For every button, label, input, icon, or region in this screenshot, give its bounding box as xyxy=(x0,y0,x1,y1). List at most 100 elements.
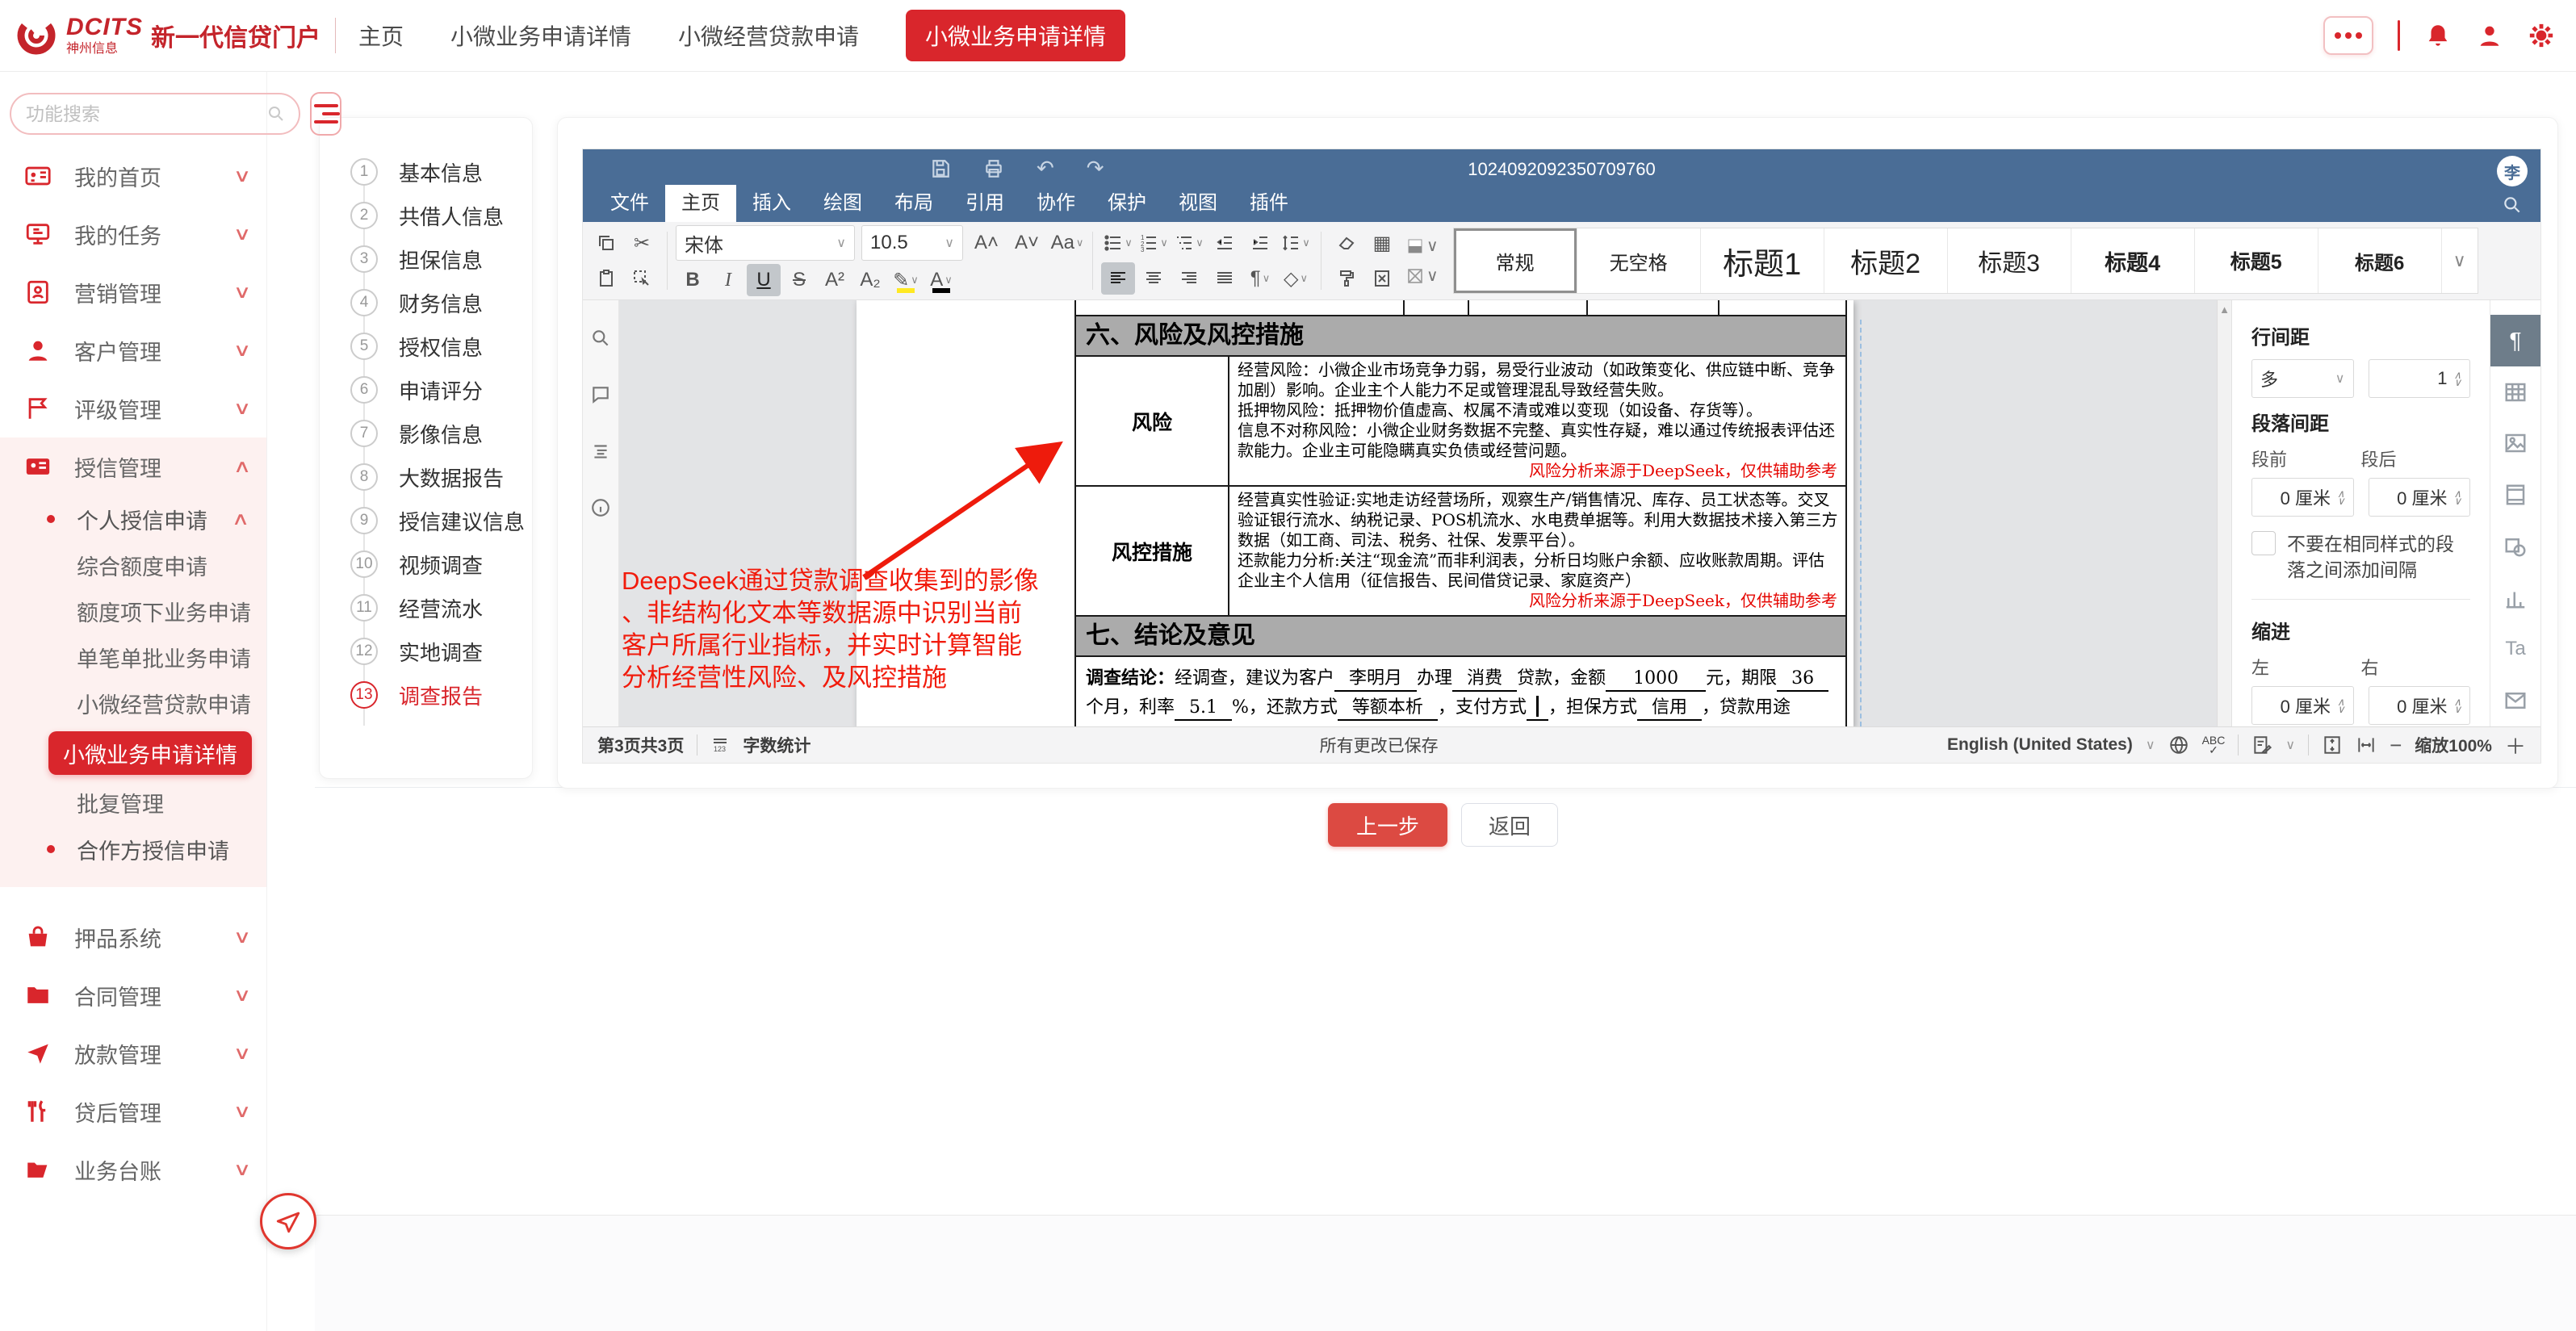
sidebar-item-marketing[interactable]: 营销管理∨ xyxy=(0,263,266,321)
step-item[interactable]: 10 视频调查 xyxy=(320,542,532,586)
editor-menu-tab[interactable]: 插件 xyxy=(1234,185,1305,222)
step-item[interactable]: 5 授权信息 xyxy=(320,324,532,368)
sidebar-subitem[interactable]: 单笔单批业务申请 xyxy=(0,634,266,680)
step-item[interactable]: 1 基本信息 xyxy=(320,150,532,194)
shrink-font-icon[interactable]: A˅ xyxy=(1010,227,1044,259)
eraser-icon[interactable] xyxy=(1330,227,1363,259)
word-count-label[interactable]: 字数统计 xyxy=(743,733,810,757)
paste-icon[interactable] xyxy=(589,262,623,295)
back-button[interactable]: 返回 xyxy=(1461,803,1558,847)
find-icon[interactable] xyxy=(590,328,611,349)
fit-width-icon[interactable] xyxy=(2356,735,2377,755)
step-item[interactable]: 7 影像信息 xyxy=(320,412,532,455)
align-left-icon[interactable] xyxy=(1101,262,1135,295)
select-icon[interactable] xyxy=(625,262,659,295)
space-before-stepper[interactable]: 0 厘米∧∨ xyxy=(2251,478,2354,517)
editor-search-icon[interactable] xyxy=(2502,195,2523,216)
justify-icon[interactable] xyxy=(1208,262,1242,295)
page-indicator[interactable]: 第3页共3页 xyxy=(597,733,684,757)
line-spacing-icon[interactable]: ∨ xyxy=(1279,227,1313,259)
editor-menu-tab[interactable]: 主页 xyxy=(665,185,736,222)
sidebar-item-tasks[interactable]: 我的任务∨ xyxy=(0,205,266,263)
bullet-list-icon[interactable]: ∨ xyxy=(1101,227,1135,259)
same-style-checkbox[interactable] xyxy=(2251,531,2276,555)
conclusion-paragraph[interactable]: 调查结论：经调查，建议为客户李明月办理消费贷款，金额1000元，期限36个月，利… xyxy=(1074,655,1847,726)
style-option[interactable]: 标题2 xyxy=(1824,228,1948,293)
editor-menu-tab[interactable]: 保护 xyxy=(1091,185,1162,222)
change-case-icon[interactable]: Aa∨ xyxy=(1050,227,1084,259)
comments-icon[interactable] xyxy=(590,384,611,405)
sidebar-item-personal-credit[interactable]: 个人授信申请∧ xyxy=(0,496,266,542)
editor-menu-tab[interactable]: 协作 xyxy=(1020,185,1091,222)
zoom-out-icon[interactable]: − xyxy=(2390,733,2402,758)
multilevel-list-icon[interactable]: ∨ xyxy=(1172,227,1206,259)
font-color-icon[interactable]: A∨ xyxy=(924,264,958,296)
style-option[interactable]: 标题6 xyxy=(2318,228,2442,293)
mail-merge-panel-icon[interactable] xyxy=(2490,675,2540,726)
paragraph-panel-icon[interactable]: ¶ xyxy=(2490,315,2540,366)
align-center-icon[interactable] xyxy=(1137,262,1171,295)
strikethrough-icon[interactable]: S xyxy=(782,264,816,296)
underline-icon[interactable]: U xyxy=(747,264,781,296)
editor-menu-tab[interactable]: 插入 xyxy=(736,185,807,222)
search-input[interactable] xyxy=(24,103,266,126)
document-scrollbar[interactable]: ▲ xyxy=(2217,300,2231,726)
editor-menu-tab[interactable]: 视图 xyxy=(1162,185,1234,222)
step-item[interactable]: 4 财务信息 xyxy=(320,281,532,324)
paragraph-mark-icon[interactable]: ¶∨ xyxy=(1243,262,1277,295)
align-right-icon[interactable] xyxy=(1172,262,1206,295)
font-size-select[interactable]: 10.5∨ xyxy=(861,225,963,261)
brand-logo[interactable]: DCITS 神州信息 新一代信贷门户 xyxy=(13,12,320,59)
decrease-indent-icon[interactable] xyxy=(1208,227,1242,259)
superscript-icon[interactable]: A² xyxy=(818,264,852,296)
italic-icon[interactable]: I xyxy=(711,264,745,296)
style-option[interactable]: 标题4 xyxy=(2071,228,2195,293)
grow-font-icon[interactable]: A˄ xyxy=(970,227,1003,259)
sidebar-item-customers[interactable]: 客户管理∨ xyxy=(0,321,266,379)
editor-menu-tab[interactable]: 绘图 xyxy=(807,185,878,222)
indent-left-stepper[interactable]: 0 厘米∧∨ xyxy=(2251,686,2354,725)
step-item[interactable]: 2 共借人信息 xyxy=(320,194,532,237)
style-option[interactable]: 标题5 xyxy=(2195,228,2318,293)
sidebar-item-rating[interactable]: 评级管理∨ xyxy=(0,379,266,437)
sidebar-item-disbursement[interactable]: 放款管理∨ xyxy=(0,1024,266,1082)
topnav-tab[interactable]: 小微业务申请详情 xyxy=(906,10,1125,61)
text-art-panel-icon[interactable]: Ta xyxy=(2490,624,2540,676)
chart-panel-icon[interactable] xyxy=(2490,572,2540,624)
editor-menu-tab[interactable]: 布局 xyxy=(878,185,949,222)
fit-page-icon[interactable] xyxy=(2322,735,2343,755)
step-item[interactable]: 8 大数据报告 xyxy=(320,455,532,499)
space-after-stepper[interactable]: 0 厘米∧∨ xyxy=(2369,478,2471,517)
track-changes-icon[interactable] xyxy=(2251,735,2272,755)
collapse-menu-button[interactable] xyxy=(310,92,341,136)
user-profile-icon[interactable] xyxy=(2476,22,2503,49)
gallery-expand-icon[interactable]: ∨ xyxy=(2442,228,2478,293)
topnav-tab[interactable]: 主页 xyxy=(358,19,404,52)
feedback-send-button[interactable] xyxy=(260,1193,316,1249)
risk-table-row[interactable]: 风险 经营风险：小微企业市场竞争力弱，易受行业波动（如政策变化、供应链中断、竞争… xyxy=(1074,355,1847,487)
info-icon[interactable] xyxy=(590,497,611,518)
subscript-icon[interactable]: A₂ xyxy=(853,264,887,296)
sidebar-subitem[interactable]: 综合额度申请 xyxy=(0,542,266,588)
globe-icon[interactable] xyxy=(2168,735,2189,755)
sidebar-item-collateral[interactable]: 押品系统∨ xyxy=(0,908,266,966)
topnav-tab[interactable]: 小微业务申请详情 xyxy=(450,19,631,52)
sidebar-item-postloan[interactable]: 贷后管理∨ xyxy=(0,1082,266,1141)
language-selector[interactable]: English (United States) xyxy=(1947,735,2133,755)
spellcheck-icon[interactable]: ABC✓ xyxy=(2202,735,2226,755)
sidebar-item-contracts[interactable]: 合同管理∨ xyxy=(0,966,266,1024)
style-option[interactable]: 常规 xyxy=(1454,228,1577,293)
more-messages-button[interactable] xyxy=(2323,16,2373,55)
sidebar-item-partner-credit[interactable]: 合作方授信申请 xyxy=(0,826,266,873)
increase-indent-icon[interactable] xyxy=(1243,227,1277,259)
risk-control-table-row[interactable]: 风控措施 经营真实性验证:实地走访经营场所，观察生产/销售情况、库存、员工状态等… xyxy=(1074,485,1847,617)
sidebar-subitem[interactable]: 额度项下业务申请 xyxy=(0,588,266,634)
topnav-tab[interactable]: 小微经营贷款申请 xyxy=(678,19,859,52)
indent-right-stepper[interactable]: 0 厘米∧∨ xyxy=(2369,686,2471,725)
shading-icon[interactable]: ◇∨ xyxy=(1279,262,1313,295)
editor-menu-tab[interactable]: 引用 xyxy=(949,185,1020,222)
font-name-select[interactable]: 宋体∨ xyxy=(676,225,855,261)
bold-icon[interactable]: B xyxy=(676,264,710,296)
line-spacing-select[interactable]: 多∨ xyxy=(2251,359,2354,398)
step-item[interactable]: 6 申请评分 xyxy=(320,368,532,412)
